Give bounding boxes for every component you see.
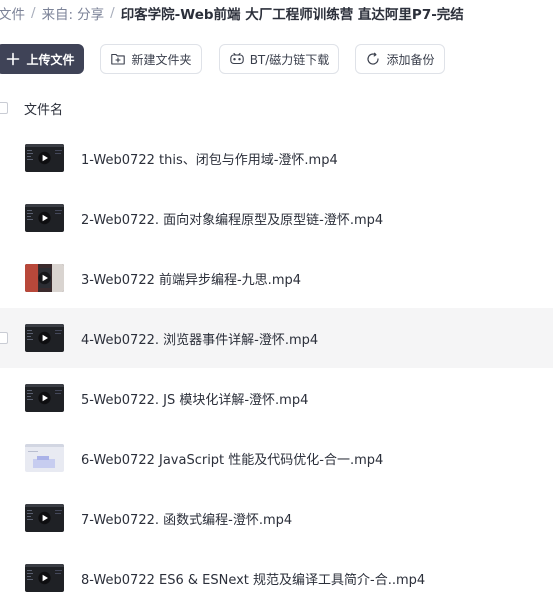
breadcrumb-from-link[interactable]: 分享 — [77, 3, 104, 23]
video-thumbnail[interactable] — [25, 324, 64, 352]
video-thumbnail[interactable] — [25, 564, 64, 592]
magnet-icon — [229, 51, 245, 67]
file-row[interactable]: 2-Web0722. 面向对象编程原型及原型链-澄怀.mp4 — [0, 188, 553, 248]
video-thumbnail[interactable] — [25, 144, 64, 172]
new-folder-label: 新建文件夹 — [131, 52, 192, 67]
breadcrumb-root-link[interactable]: 文件 — [0, 3, 25, 23]
file-row[interactable]: 6-Web0722 JavaScript 性能及代码优化-合一.mp4 — [0, 428, 553, 488]
video-thumbnail[interactable] — [25, 444, 64, 472]
upload-file-button[interactable]: 上传文件 — [0, 44, 84, 74]
file-name-link[interactable]: 5-Web0722. JS 模块化详解-澄怀.mp4 — [81, 389, 308, 408]
file-row-checkbox[interactable] — [0, 332, 8, 344]
upload-file-label: 上传文件 — [26, 52, 75, 67]
file-name-link[interactable]: 2-Web0722. 面向对象编程原型及原型链-澄怀.mp4 — [81, 209, 383, 228]
file-name-link[interactable]: 3-Web0722 前端异步编程-九思.mp4 — [81, 269, 301, 288]
file-row[interactable]: 4-Web0722. 浏览器事件详解-澄怀.mp4 — [0, 308, 553, 368]
folder-plus-icon — [110, 51, 126, 67]
file-row[interactable]: 7-Web0722. 函数式编程-澄怀.mp4 — [0, 488, 553, 548]
video-thumbnail[interactable] — [25, 384, 64, 412]
bt-magnet-download-label: BT/磁力链下载 — [249, 52, 330, 67]
file-name-link[interactable]: 1-Web0722 this、闭包与作用域-澄怀.mp4 — [81, 149, 338, 168]
refresh-backup-icon — [365, 51, 381, 67]
file-row[interactable]: 5-Web0722. JS 模块化详解-澄怀.mp4 — [0, 368, 553, 428]
file-name-link[interactable]: 6-Web0722 JavaScript 性能及代码优化-合一.mp4 — [81, 449, 383, 468]
breadcrumb-separator: / — [31, 5, 36, 21]
new-folder-button[interactable]: 新建文件夹 — [100, 44, 202, 74]
file-name-link[interactable]: 7-Web0722. 函数式编程-澄怀.mp4 — [81, 509, 292, 528]
breadcrumb-current-folder: 印客学院-Web前端 大厂工程师训练营 直达阿里P7-完结 — [120, 7, 464, 23]
bt-magnet-download-button[interactable]: BT/磁力链下载 — [219, 44, 339, 74]
toolbar: 上传文件 新建文件夹 BT/磁力链下载 添加备份 — [0, 44, 553, 76]
file-row[interactable]: 3-Web0722 前端异步编程-九思.mp4 — [0, 248, 553, 308]
video-thumbnail[interactable] — [25, 204, 64, 232]
plus-icon — [5, 51, 21, 67]
select-all-checkbox[interactable] — [0, 102, 8, 114]
breadcrumb-separator: / — [110, 5, 115, 21]
file-name-link[interactable]: 8-Web0722 ES6 & ESNext 规范及编译工具简介-合..mp4 — [81, 569, 425, 588]
breadcrumb: 文件 / 来自: 分享 / 印客学院-Web前端 大厂工程师训练营 直达阿里P7… — [0, 3, 464, 23]
video-thumbnail[interactable] — [25, 264, 64, 292]
file-row[interactable]: 1-Web0722 this、闭包与作用域-澄怀.mp4 — [0, 128, 553, 188]
add-backup-label: 添加备份 — [386, 52, 435, 67]
add-backup-button[interactable]: 添加备份 — [355, 44, 445, 74]
breadcrumb-from-label: 来自: — [41, 7, 74, 23]
file-row[interactable]: 8-Web0722 ES6 & ESNext 规范及编译工具简介-合..mp4 — [0, 548, 553, 608]
file-name-link[interactable]: 4-Web0722. 浏览器事件详解-澄怀.mp4 — [81, 329, 318, 348]
file-list: 1-Web0722 this、闭包与作用域-澄怀.mp4 2-Web0722. 面… — [0, 128, 553, 608]
file-list-header: 文件名 — [0, 96, 553, 120]
video-thumbnail[interactable] — [25, 504, 64, 532]
column-header-file-name[interactable]: 文件名 — [24, 99, 63, 118]
